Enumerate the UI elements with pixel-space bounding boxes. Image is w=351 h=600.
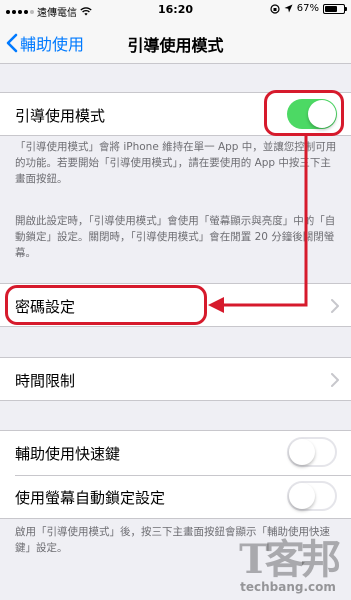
- accessibility-shortcut-toggle[interactable]: [287, 437, 337, 467]
- time-limits-label: 時間限制: [15, 372, 76, 390]
- mirror-auto-lock-label: 使用螢幕自動鎖定設定: [15, 489, 166, 507]
- page-title: 引導使用模式: [127, 36, 224, 55]
- time-limits-row[interactable]: 時間限制: [0, 357, 351, 401]
- chevron-right-icon: [331, 373, 339, 387]
- orientation-lock-icon: [270, 3, 280, 14]
- watermark-text: techbang.com: [240, 580, 336, 594]
- accessibility-shortcut-label: 輔助使用快速鍵: [15, 445, 121, 463]
- location-icon: [284, 4, 293, 13]
- toggle-knob: [289, 439, 315, 465]
- status-bar: 遠傳電信 16:20 67%: [0, 0, 351, 20]
- mirror-auto-lock-toggle[interactable]: [287, 481, 337, 511]
- guided-access-description: 「引導使用模式」會將 iPhone 維持在單一 App 中，並讓您控制可用的功能…: [15, 141, 337, 185]
- watermark-logo: T客邦 techbang.com: [233, 536, 343, 595]
- navigation-bar: 輔助使用 引導使用模式: [0, 20, 351, 64]
- battery-percent: 67%: [296, 3, 319, 14]
- chevron-right-icon: [331, 299, 339, 313]
- auto-lock-description: 開啟此設定時，「引導使用模式」會使用「螢幕顯示與亮度」中的「自動鎖定」設定。關閉…: [15, 215, 336, 259]
- battery-icon: [323, 3, 347, 14]
- toggle-highlight-box: [264, 90, 344, 136]
- passcode-highlight-box: [5, 285, 207, 325]
- toggle-knob: [289, 483, 315, 509]
- watermark-mark: T客邦: [239, 536, 341, 583]
- divider: [15, 475, 351, 476]
- shortcut-settings-group: 輔助使用快速鍵 使用螢幕自動鎖定設定: [0, 430, 351, 519]
- guided-access-label: 引導使用模式: [15, 107, 106, 125]
- status-right: 67%: [270, 3, 347, 14]
